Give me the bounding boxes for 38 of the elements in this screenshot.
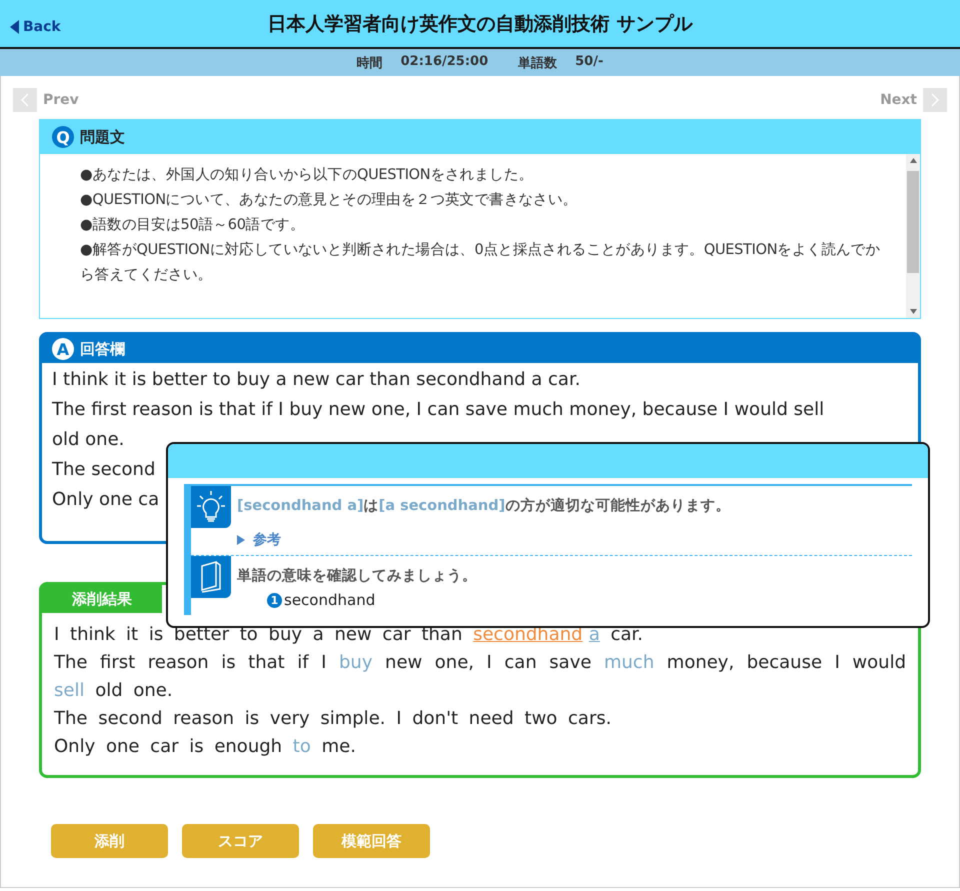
- action-button[interactable]: 模範回答: [313, 824, 430, 858]
- triangle-icon: [237, 535, 245, 545]
- status-label: 単語数: [518, 54, 558, 72]
- feedback-message: 単語の意味を確認してみましょう。: [237, 566, 477, 585]
- question-badge: Q: [52, 126, 74, 148]
- answer-line: The first reason is that if I buy new one, I can save much money, because I would sell old one.: [52, 398, 826, 452]
- answer-line: I think it is better to buy a new car than secondhand a car.: [52, 368, 580, 392]
- question-line: ●QUESTIONについて、あなたの意見とその理由を２つ英文で書きなさい。: [80, 191, 578, 210]
- answer-badge: A: [52, 338, 74, 360]
- question-line: ●あなたは、外国人の知り合いから以下のQUESTIONをされました。: [80, 166, 534, 185]
- question-title: 問題文: [80, 128, 125, 146]
- status-value: 02:16/25:00: [400, 54, 488, 70]
- lightbulb-icon: [191, 486, 231, 528]
- correction-line: Only one car is enough to me.: [54, 735, 357, 759]
- number-badge: 1: [267, 592, 282, 608]
- scroll-up-icon[interactable]: [910, 158, 916, 163]
- back-arrow-icon: [10, 20, 19, 34]
- feedback-message: [secondhand a]は[a secondhand]の方が適切な可能性があります。: [237, 496, 730, 515]
- scroll-down-icon[interactable]: [910, 309, 916, 314]
- status-value: 50/-: [575, 54, 604, 70]
- reference-link[interactable]: 参考: [237, 531, 281, 549]
- action-button[interactable]: 添削: [51, 824, 168, 858]
- question-line: ●解答がQUESTIONに対応していないと判断された場合は、0点と採点されることがあります。QUESTIONをよく読んでから答えてください。: [80, 240, 882, 285]
- correction-title: 添削結果: [42, 585, 162, 613]
- correction-line: The second reason is very simple. I don't need two cars.: [54, 707, 612, 731]
- action-button[interactable]: スコア: [182, 824, 299, 858]
- status-label: 時間: [356, 54, 383, 72]
- dictionary-word[interactable]: secondhand: [284, 591, 376, 609]
- answer-line: The second: [52, 458, 156, 482]
- back-button[interactable]: Back: [10, 19, 61, 35]
- answer-line: Only one ca: [52, 488, 160, 512]
- correction-line: I think it is better to buy a new car than secondhand a car.: [54, 623, 644, 647]
- scrollbar[interactable]: [906, 154, 920, 318]
- page-title: 日本人学習者向け英作文の自動添削技術 サンプル: [268, 12, 692, 36]
- question-line: ●語数の目安は50語～60語です。: [80, 216, 306, 235]
- answer-title: 回答欄: [80, 340, 125, 358]
- book-icon: [191, 556, 231, 598]
- correction-line: The first reason is that if I buy new one, I can save much money, because I would sell old one.: [54, 651, 906, 703]
